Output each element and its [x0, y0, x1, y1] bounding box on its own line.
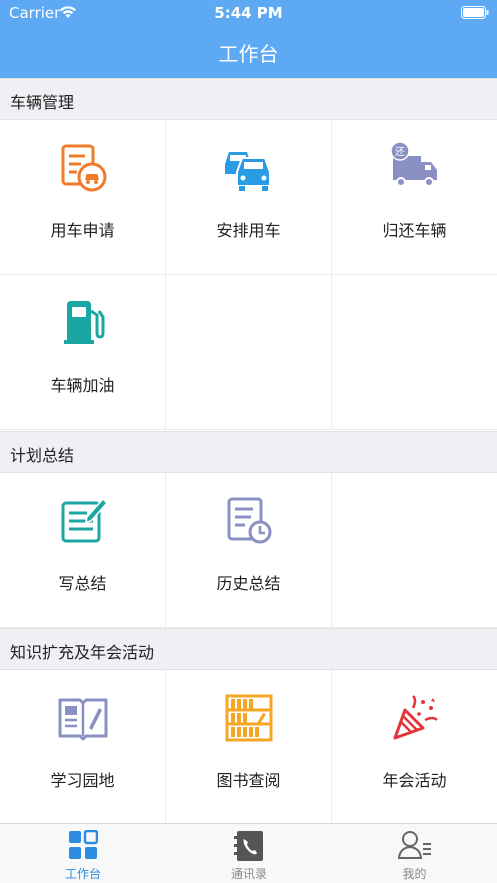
- open-book-icon: [58, 698, 107, 741]
- tab-label: 通讯录: [230, 867, 267, 881]
- study-garden-tile[interactable]: 学习园地: [0, 670, 166, 825]
- write-summary-tile[interactable]: 写总结: [0, 473, 166, 628]
- return-vehicle-tile[interactable]: 还 归还车辆: [332, 120, 497, 275]
- tab-contacts[interactable]: 通讯录: [166, 824, 332, 883]
- section-title: 知识扩充及年会活动: [10, 643, 155, 662]
- book-lookup-tile[interactable]: 图书查阅: [166, 670, 332, 825]
- tab-bar: 工作台 通讯录 我的: [0, 823, 497, 883]
- section-header-plan: 计划总结: [0, 431, 497, 473]
- clock: 5:44 PM: [214, 4, 283, 22]
- tab-workbench[interactable]: 工作台: [0, 824, 166, 883]
- section-header-knowledge: 知识扩充及年会活动: [0, 628, 497, 670]
- section-title: 计划总结: [10, 446, 75, 465]
- tile-label: 学习园地: [50, 771, 115, 790]
- section-header-vehicle: 车辆管理: [0, 78, 497, 120]
- svg-text:还: 还: [395, 146, 405, 158]
- arrange-car-tile[interactable]: 安排用车: [166, 120, 332, 275]
- car-application-icon: [61, 144, 106, 192]
- page-title: 工作台: [218, 42, 279, 66]
- section-title: 车辆管理: [10, 93, 75, 112]
- tab-label: 我的: [402, 867, 427, 881]
- refuel-tile[interactable]: 车辆加油: [0, 275, 166, 430]
- tab-label: 工作台: [64, 867, 101, 881]
- cars-icon: [224, 152, 271, 191]
- empty-tile: [332, 275, 497, 430]
- tile-label: 年会活动: [382, 771, 447, 790]
- bookshelf-icon: [225, 694, 272, 742]
- fuel-pump-icon: [63, 301, 104, 344]
- tile-label: 用车申请: [50, 221, 115, 240]
- dashboard-grid-icon: [69, 830, 98, 859]
- tile-label: 车辆加油: [50, 376, 115, 395]
- tile-label: 图书查阅: [216, 771, 281, 790]
- tile-label: 归还车辆: [382, 221, 447, 240]
- status-bar: Carrier 5:44 PM: [0, 0, 497, 26]
- battery-icon: [461, 6, 489, 19]
- history-summary-icon: [227, 497, 271, 544]
- user-profile-icon: [397, 831, 431, 859]
- car-application-tile[interactable]: 用车申请: [0, 120, 166, 275]
- tile-label: 历史总结: [216, 574, 281, 593]
- empty-tile: [166, 275, 332, 430]
- return-truck-icon: 还: [389, 142, 437, 187]
- tile-label: 安排用车: [216, 221, 281, 240]
- header-bar: Carrier 5:44 PM 工作台: [0, 0, 497, 78]
- empty-tile: [332, 473, 497, 628]
- contacts-phone-icon: [234, 831, 263, 861]
- tile-label: 写总结: [58, 574, 107, 593]
- party-popper-icon: [393, 695, 438, 740]
- write-summary-icon: [61, 497, 108, 543]
- history-summary-tile[interactable]: 历史总结: [166, 473, 332, 628]
- tab-mine[interactable]: 我的: [332, 824, 497, 883]
- annual-event-tile[interactable]: 年会活动: [332, 670, 497, 825]
